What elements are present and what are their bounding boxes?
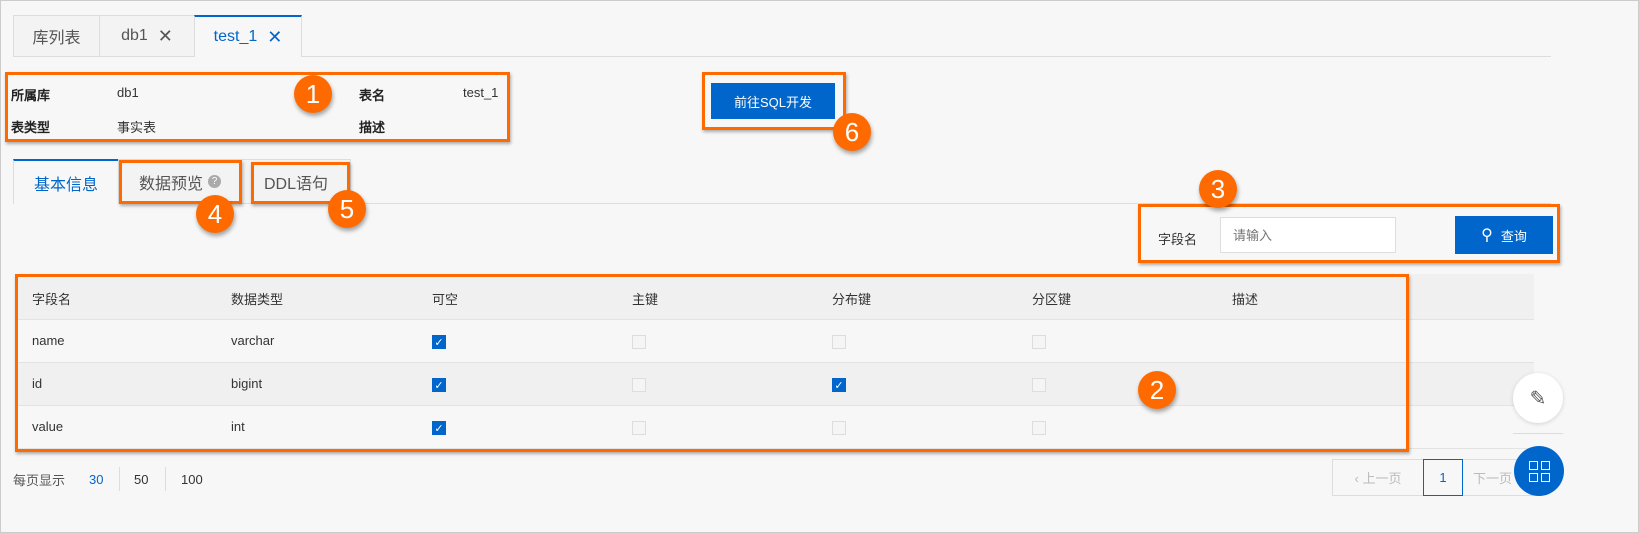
badge-6: 6 — [833, 113, 871, 151]
go-sql-button[interactable]: 前往SQL开发 — [711, 83, 835, 119]
page-1[interactable]: 1 — [1423, 459, 1463, 496]
search-button-label: 查询 — [1500, 228, 1527, 244]
grid-menu-icon[interactable] — [1514, 446, 1564, 496]
tab-library-list[interactable]: 库列表 — [13, 15, 100, 57]
close-icon[interactable]: ✕ — [158, 26, 173, 47]
tab-db1[interactable]: db1 ✕ — [99, 15, 195, 57]
type-value: 事实表 — [117, 120, 157, 135]
desc-label: 描述 — [359, 120, 386, 135]
prev-page-button[interactable]: ‹ 上一页 — [1333, 468, 1423, 487]
tab-label: db1 — [121, 27, 148, 44]
next-page-button[interactable]: 下一页 — [1463, 468, 1512, 487]
tab-test-1[interactable]: test_1 ✕ — [194, 15, 302, 57]
db-label: 所属库 — [11, 88, 51, 103]
tab-label: 库列表 — [32, 30, 81, 47]
prev-label: 上一页 — [1362, 471, 1402, 486]
close-icon[interactable]: ✕ — [267, 27, 282, 48]
page-size-50[interactable]: 50 — [134, 472, 148, 487]
edit-icon[interactable]: ✎ — [1513, 373, 1563, 423]
divider — [165, 467, 166, 491]
badge-2: 2 — [1138, 371, 1176, 409]
type-label: 表类型 — [11, 120, 51, 135]
badge-3: 3 — [1199, 170, 1237, 208]
highlight-box-info — [5, 72, 510, 142]
tab-basic-info[interactable]: 基本信息 — [13, 159, 119, 204]
page-size-30[interactable]: 30 — [89, 472, 103, 487]
divider — [301, 56, 1551, 57]
page-size-100[interactable]: 100 — [181, 472, 203, 487]
pagination: ‹ 上一页 1 下一页 — [1332, 459, 1542, 496]
divider — [1513, 433, 1563, 434]
name-value: test_1 — [463, 85, 499, 100]
badge-1: 1 — [294, 75, 332, 113]
name-label: 表名 — [359, 88, 386, 103]
highlight-box-table — [15, 274, 1409, 452]
search-icon: ⚲ — [1481, 227, 1493, 244]
db-value: db1 — [117, 85, 139, 100]
tab-label: 基本信息 — [33, 176, 98, 194]
field-name-input[interactable] — [1220, 217, 1396, 253]
tab-label: test_1 — [213, 28, 258, 45]
per-page-label: 每页显示 — [13, 473, 66, 488]
search-button[interactable]: ⚲ 查询 — [1455, 216, 1553, 254]
divider — [119, 467, 120, 491]
search-label: 字段名 — [1158, 232, 1198, 247]
badge-4: 4 — [196, 195, 234, 233]
badge-5: 5 — [328, 190, 366, 228]
